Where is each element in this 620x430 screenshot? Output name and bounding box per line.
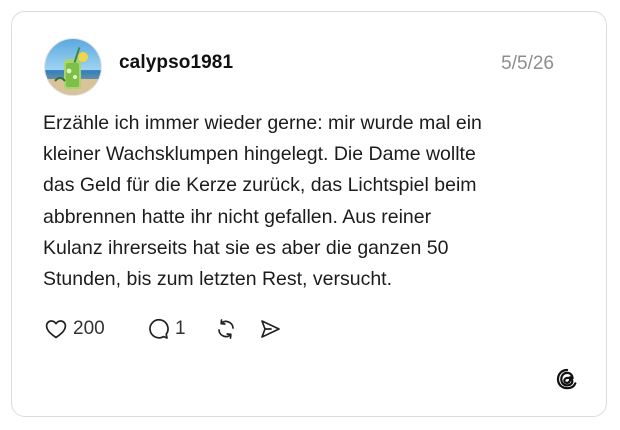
threads-logo-glyph <box>556 368 577 390</box>
share-icon <box>261 320 280 338</box>
post-text-line: kleiner Wachsklumpen hingelegt. Die Dame… <box>43 143 476 166</box>
comment-icon <box>149 318 169 339</box>
username[interactable]: calypso1981 <box>119 52 233 74</box>
post-card: calypso1981 5/5/26 Erzähle ich immer wie… <box>11 11 607 417</box>
threads-logo-icon[interactable] <box>555 367 579 391</box>
like-count: 200 <box>73 318 105 339</box>
post-text-line: abbrennen hatte ihr nicht gefallen. Aus … <box>43 205 432 228</box>
repost-icon <box>218 319 234 339</box>
reply-button[interactable]: 1 <box>146 316 186 342</box>
avatar[interactable] <box>44 38 102 96</box>
post-text-line: Kulanz ihrerseits hat sie es aber die ga… <box>43 236 449 259</box>
share-button[interactable] <box>258 316 282 342</box>
post-text-line: das Geld für die Kerze zurück, das Licht… <box>43 174 477 197</box>
like-button[interactable]: 200 <box>44 316 105 342</box>
reply-count: 1 <box>175 318 186 339</box>
heart-icon <box>45 320 67 339</box>
post-text-line: Erzähle ich immer wieder gerne: mir wurd… <box>43 112 482 134</box>
post-text-line: Stunden, bis zum letzten Rest, versucht. <box>43 268 393 291</box>
avatar-image <box>45 39 101 95</box>
post-text: Erzähle ich immer wieder gerne: mir wurd… <box>43 108 578 295</box>
post-date: 5/5/26 <box>501 53 554 74</box>
repost-button[interactable] <box>214 316 238 342</box>
